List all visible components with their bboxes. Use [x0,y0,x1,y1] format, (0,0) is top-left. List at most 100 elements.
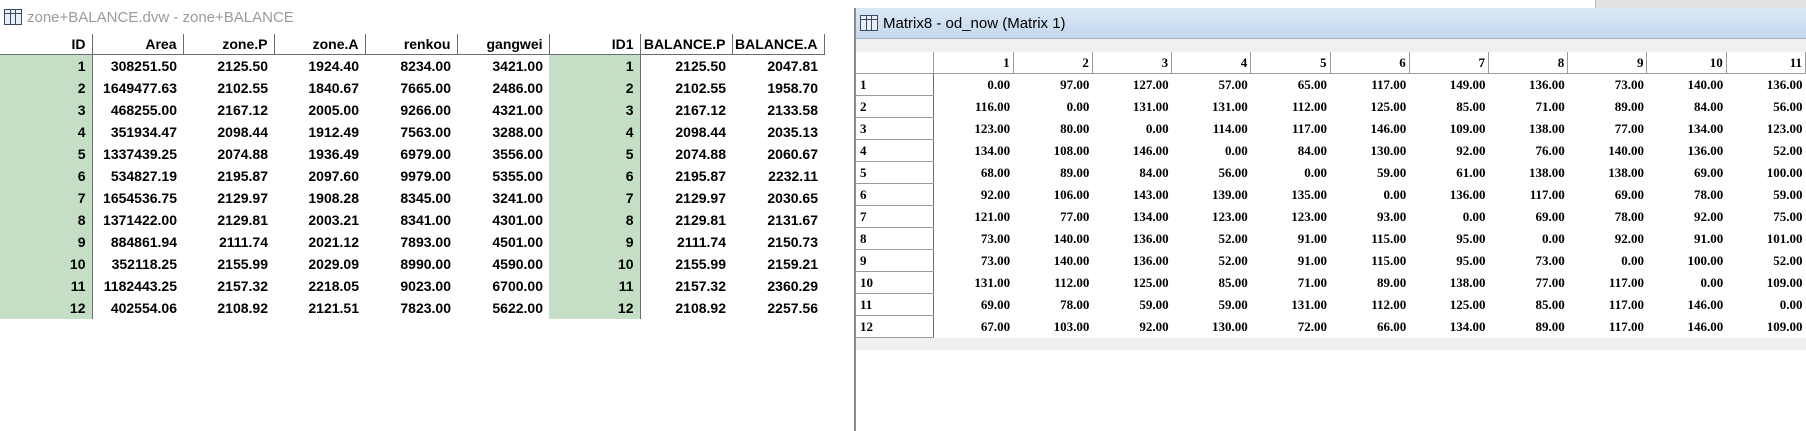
table-cell[interactable]: 6 [549,165,641,187]
matrix-cell[interactable]: 112.00 [1330,293,1410,316]
matrix-cell[interactable]: 77.00 [1567,117,1647,140]
matrix-cell[interactable]: 75.00 [1726,205,1806,228]
table-cell[interactable]: 4301.00 [457,209,549,231]
matrix-cell[interactable]: 114.00 [1171,117,1251,140]
matrix-row-header[interactable]: 1 [856,73,935,96]
matrix-cell[interactable]: 130.00 [1330,139,1410,162]
matrix-cell[interactable]: 140.00 [1646,73,1727,96]
table-cell[interactable]: 1908.28 [274,187,365,209]
matrix-cell[interactable]: 0.00 [1567,249,1647,272]
matrix-row-header[interactable]: 6 [856,183,935,206]
table-cell[interactable]: 7563.00 [365,121,457,143]
matrix-cell[interactable]: 131.00 [933,271,1014,294]
matrix-column-header[interactable]: 7 [1409,52,1490,74]
matrix-cell[interactable]: 112.00 [1013,271,1093,294]
matrix-column-header[interactable]: 5 [1250,52,1331,74]
matrix-cell[interactable]: 52.00 [1726,139,1806,162]
table-row[interactable]: 4 351934.47 2098.44 1912.49 7563.00 3288.00 4 2… [0,121,824,143]
table-cell[interactable]: 1371422.00 [92,209,183,231]
table-cell[interactable]: 9266.00 [365,99,457,121]
matrix-cell[interactable]: 108.00 [1013,139,1093,162]
matrix-cell[interactable]: 134.00 [1409,315,1489,338]
table-cell[interactable]: 2005.00 [274,99,365,121]
table-cell[interactable]: 351934.47 [92,121,183,143]
matrix-cell[interactable]: 67.00 [933,315,1014,338]
matrix-row[interactable]: 12 67.00 103.00 92.00 130.00 72.00 66.00 134.00… [856,315,1806,338]
table-cell[interactable]: 8990.00 [365,253,457,275]
table-cell[interactable]: 2021.12 [274,231,365,253]
matrix-cell[interactable]: 78.00 [1646,183,1727,206]
column-header[interactable]: gangwei [457,34,550,55]
table-cell[interactable]: 7665.00 [365,77,457,99]
table-cell[interactable]: 3421.00 [457,55,549,78]
table-cell[interactable]: 2060.67 [732,143,824,165]
table-cell[interactable]: 2133.58 [732,99,824,121]
matrix-cell[interactable]: 65.00 [1250,73,1331,96]
matrix-column-header[interactable]: 6 [1330,52,1410,74]
matrix-cell[interactable]: 68.00 [933,161,1014,184]
table-cell[interactable]: 2125.50 [640,55,732,78]
matrix-cell[interactable]: 84.00 [1250,139,1331,162]
matrix-column-header[interactable]: 8 [1488,52,1569,74]
matrix-row-header[interactable]: 11 [856,293,935,316]
table-row[interactable]: 5 1337439.25 2074.88 1936.49 6979.00 3556.00 5… [0,143,824,165]
matrix-cell[interactable]: 146.00 [1646,293,1727,316]
matrix-cell[interactable]: 56.00 [1726,95,1806,118]
od-matrix-table[interactable]: 1 2 3 4 5 6 7 8 9 10 11 1 0.00 97.00 127.00 57.00 65.00… [856,52,1806,338]
matrix-cell[interactable]: 131.00 [1092,95,1172,118]
table-cell[interactable]: 1924.40 [274,55,365,78]
table-cell[interactable]: 1840.67 [274,77,365,99]
matrix-cell[interactable]: 92.00 [1567,227,1647,250]
table-cell[interactable]: 2167.12 [183,99,274,121]
matrix-cell[interactable]: 143.00 [1092,183,1172,206]
table-cell[interactable]: 4501.00 [457,231,549,253]
table-cell[interactable]: 2157.32 [183,275,274,297]
matrix-cell[interactable]: 73.00 [933,227,1014,250]
table-cell[interactable]: 1912.49 [274,121,365,143]
table-cell[interactable]: 2074.88 [183,143,274,165]
matrix-cell[interactable]: 130.00 [1171,315,1251,338]
table-cell[interactable]: 9979.00 [365,165,457,187]
table-cell[interactable]: 2129.97 [183,187,274,209]
matrix-cell[interactable]: 138.00 [1409,271,1489,294]
matrix-cell[interactable]: 136.00 [1409,183,1489,206]
matrix-row[interactable]: 8 73.00 140.00 136.00 52.00 91.00 115.00 95.00 0… [856,227,1806,250]
table-cell[interactable]: 3 [0,99,93,121]
table-cell[interactable]: 1 [549,54,641,77]
table-cell[interactable]: 5355.00 [457,165,549,187]
table-cell[interactable]: 2486.00 [457,77,549,99]
table-cell[interactable]: 2131.67 [732,209,824,231]
zone-balance-table[interactable]: ID Area zone.P zone.A renkou gangwei ID1 BALANC… [0,34,825,319]
matrix-cell[interactable]: 69.00 [1646,161,1727,184]
table-cell[interactable]: 2074.88 [640,143,732,165]
matrix-cell[interactable]: 0.00 [1726,293,1806,316]
matrix-cell[interactable]: 92.00 [1092,315,1172,338]
matrix-cell[interactable]: 138.00 [1488,161,1568,184]
matrix-column-header[interactable]: 9 [1567,52,1648,74]
matrix-cell[interactable]: 109.00 [1409,117,1489,140]
matrix-cell[interactable]: 77.00 [1488,271,1568,294]
column-header[interactable]: BALANCE.P [640,34,733,55]
matrix-cell[interactable]: 109.00 [1726,271,1806,294]
matrix-cell[interactable]: 52.00 [1171,227,1251,250]
matrix-cell[interactable]: 139.00 [1171,183,1251,206]
table-cell[interactable]: 6979.00 [365,143,457,165]
table-cell[interactable]: 7823.00 [365,297,457,319]
table-cell[interactable]: 2129.81 [640,209,732,231]
matrix-cell[interactable]: 91.00 [1646,227,1727,250]
table-cell[interactable]: 5 [549,143,641,165]
matrix-cell[interactable]: 146.00 [1092,139,1172,162]
matrix-cell[interactable]: 56.00 [1171,161,1251,184]
matrix-cell[interactable]: 117.00 [1330,73,1410,96]
matrix-cell[interactable]: 117.00 [1567,271,1647,294]
matrix-cell[interactable]: 134.00 [1092,205,1172,228]
matrix-cell[interactable]: 106.00 [1013,183,1093,206]
matrix-cell[interactable]: 73.00 [1488,249,1568,272]
table-row[interactable]: 7 1654536.75 2129.97 1908.28 8345.00 3241.00 7… [0,187,824,209]
table-row[interactable]: 12 402554.06 2108.92 2121.51 7823.00 5622.00 1… [0,297,824,319]
matrix-cell[interactable]: 112.00 [1250,95,1331,118]
table-cell[interactable]: 4590.00 [457,253,549,275]
matrix-cell[interactable]: 0.00 [933,73,1014,96]
matrix-row[interactable]: 2 116.00 0.00 131.00 131.00 112.00 125.00 85.00… [856,95,1806,118]
column-header[interactable]: ID [0,34,93,55]
